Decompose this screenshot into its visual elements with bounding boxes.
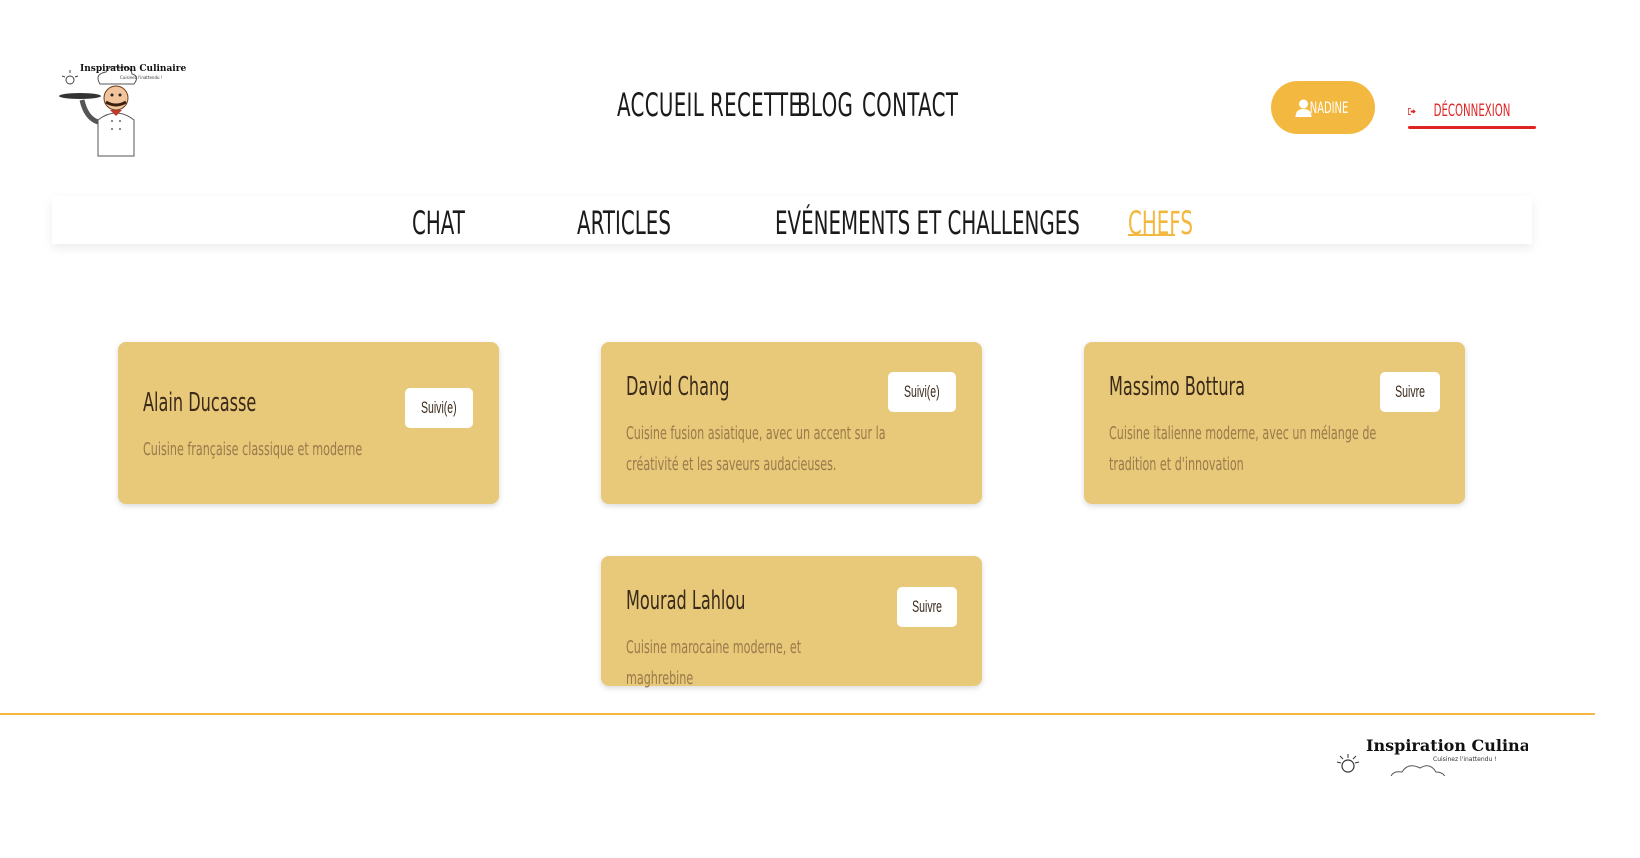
chef-name: David Chang [626, 372, 730, 402]
chef-name: Mourad Lahlou [626, 586, 746, 616]
follow-button[interactable]: Suivre [1380, 372, 1440, 412]
footer-logo[interactable]: Inspiration Culinaire Cuisinez l'inatten… [1328, 734, 1528, 776]
chef-description: Cuisine italienne moderne, avec un mélan… [1109, 423, 1377, 475]
follow-label: Suivre [912, 597, 942, 616]
follow-label: Suivi(e) [904, 382, 940, 401]
follow-button[interactable]: Suivi(e) [888, 372, 956, 412]
sign-out-icon [1408, 107, 1416, 115]
nav-blog[interactable]: BLOG [797, 86, 853, 124]
footer-divider [0, 713, 1595, 715]
tab-evenements[interactable]: EVÉNEMENTS ET CHALLENGES [775, 204, 1080, 242]
tab-chefs[interactable]: CHEFS [1128, 204, 1193, 242]
nav-recette[interactable]: RECETTE [710, 86, 801, 124]
footer-logo-text: Inspiration Culinaire [1366, 736, 1528, 755]
follow-label: Suivre [1395, 382, 1425, 401]
site-logo[interactable]: Inspiration Culinaire Cuisinez l'inatten… [58, 62, 186, 160]
logout-underline [1408, 126, 1536, 129]
chef-name: Massimo Bottura [1109, 372, 1246, 402]
tab-chat[interactable]: CHAT [412, 204, 465, 242]
chef-card: Massimo Bottura Cuisine italienne modern… [1084, 342, 1465, 504]
follow-button[interactable]: Suivi(e) [405, 388, 473, 428]
follow-label: Suivi(e) [421, 398, 457, 417]
logo-text: Inspiration Culinaire [80, 64, 187, 74]
chef-hat-icon [1390, 765, 1446, 776]
nav-contact[interactable]: CONTACT [862, 86, 958, 124]
chef-description: Cuisine française classique et moderne [143, 439, 363, 460]
active-tab-underline [1128, 234, 1175, 236]
user-profile-button[interactable]: NADINE [1271, 81, 1375, 134]
lightbulb-icon [1336, 754, 1360, 773]
logo-tagline: Cuisinez l'inattendu ! [120, 75, 163, 80]
chef-description: Cuisine fusion asiatique, avec un accent… [626, 423, 886, 475]
chef-description: Cuisine marocaine moderne, et maghrebine [626, 637, 802, 689]
user-name: NADINE [1310, 98, 1349, 117]
chef-card: Mourad Lahlou Cuisine marocaine moderne,… [601, 556, 982, 689]
logout-label: DÉCONNEXION [1433, 101, 1511, 121]
chef-card: Alain Ducasse Cuisine française classiqu… [118, 342, 499, 504]
nav-accueil[interactable]: ACCUEIL [617, 86, 704, 124]
logout-button[interactable]: DÉCONNEXION [1408, 93, 1536, 129]
tab-articles[interactable]: ARTICLES [577, 204, 671, 242]
chef-card: David Chang Cuisine fusion asiatique, av… [601, 342, 982, 504]
chef-name: Alain Ducasse [143, 388, 257, 418]
follow-button[interactable]: Suivre [897, 587, 957, 627]
section-tabs: CHAT ARTICLES EVÉNEMENTS ET CHALLENGES C… [52, 196, 1532, 244]
